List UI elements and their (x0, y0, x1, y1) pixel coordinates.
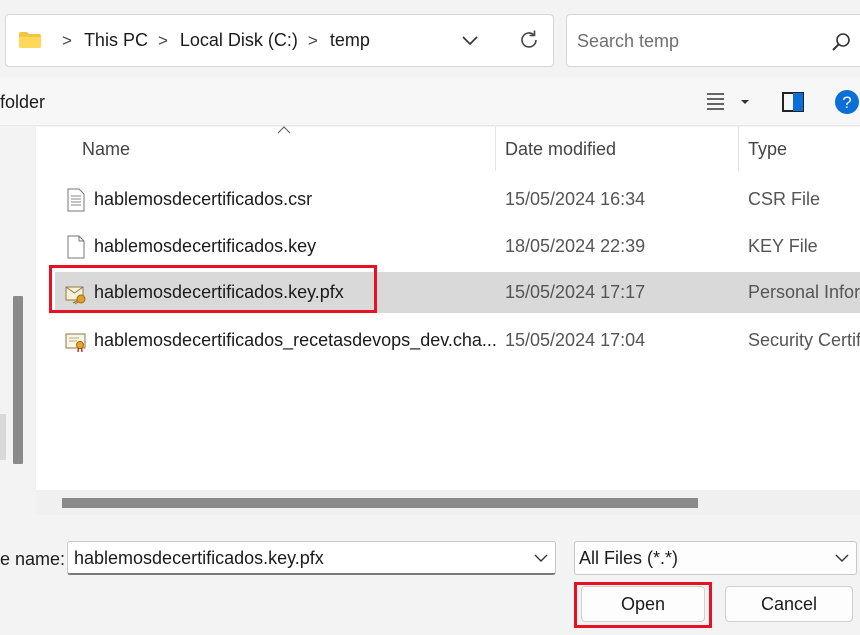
chevron-right-icon: > (157, 30, 168, 50)
address-bar[interactable]: > This PC > Local Disk (C:) > temp (5, 14, 554, 67)
new-folder-button[interactable]: folder (0, 92, 45, 113)
file-type: Security Certifi (748, 330, 860, 350)
top-bar: > This PC > Local Disk (C:) > temp (0, 0, 860, 78)
file-row-pfx[interactable]: hablemosdecertificados.key.pfx 15/05/202… (55, 272, 860, 313)
bottom-bar: e name: hablemosdecertificados.key.pfx A… (0, 515, 860, 635)
navigation-selection-indicator (0, 414, 6, 460)
file-row-key[interactable]: hablemosdecertificados.key 18/05/2024 22… (55, 226, 860, 267)
view-options-icon[interactable] (704, 91, 752, 113)
search-box[interactable] (566, 14, 860, 67)
file-date: 18/05/2024 22:39 (505, 236, 646, 256)
text-file-icon (67, 188, 85, 212)
column-header-date-modified[interactable]: Date modified (505, 139, 616, 160)
search-input[interactable] (577, 27, 827, 55)
security-certificate-icon (65, 333, 86, 353)
breadcrumb-local-disk[interactable]: Local Disk (C:) (180, 30, 298, 51)
navigation-scrollbar[interactable] (13, 296, 23, 464)
file-type-select[interactable]: All Files (*.*) (574, 541, 857, 575)
chevron-right-icon: > (307, 30, 318, 50)
chevron-down-icon[interactable] (461, 32, 479, 48)
file-list: Name Date modified Type hablemosdecertif… (36, 126, 860, 515)
column-headers: Name Date modified Type (36, 126, 860, 171)
chevron-down-icon[interactable] (534, 553, 548, 563)
breadcrumb: > This PC > Local Disk (C:) > temp (52, 15, 370, 66)
file-date: 15/05/2024 17:17 (505, 282, 646, 302)
breadcrumb-temp[interactable]: temp (330, 30, 370, 51)
file-type: CSR File (748, 189, 821, 209)
command-bar: folder ? (0, 78, 860, 126)
column-header-name[interactable]: Name (82, 139, 130, 160)
file-name: hablemosdecertificados.key (94, 236, 317, 256)
file-row-certificate[interactable]: hablemosdecertificados_recetasdevops_dev… (55, 320, 860, 361)
cancel-button[interactable]: Cancel (725, 586, 853, 622)
chevron-down-icon[interactable] (835, 553, 849, 563)
file-type: KEY File (748, 236, 818, 256)
file-name: hablemosdecertificados.key.pfx (94, 282, 344, 302)
open-button[interactable]: Open (581, 586, 705, 622)
search-icon[interactable] (830, 31, 852, 53)
file-date: 15/05/2024 17:04 (505, 330, 646, 350)
sort-ascending-icon (277, 126, 291, 134)
horizontal-scrollbar[interactable] (62, 498, 698, 508)
folder-icon (19, 32, 41, 48)
file-name-value: hablemosdecertificados.key.pfx (74, 548, 324, 568)
refresh-icon[interactable] (517, 28, 541, 52)
svg-text:?: ? (842, 93, 851, 112)
breadcrumb-this-pc[interactable]: This PC (84, 30, 148, 51)
chevron-right-icon: > (62, 30, 72, 50)
column-divider[interactable] (738, 127, 739, 171)
column-header-type[interactable]: Type (748, 139, 787, 160)
file-name-field[interactable]: hablemosdecertificados.key.pfx (67, 541, 556, 575)
help-icon[interactable]: ? (834, 89, 860, 115)
file-type: Personal Inforn (748, 282, 860, 302)
file-type-value: All Files (*.*) (579, 548, 679, 568)
pfx-certificate-icon (65, 286, 86, 305)
file-name: hablemosdecertificados.csr (94, 189, 313, 209)
file-row-csr[interactable]: hablemosdecertificados.csr 15/05/2024 16… (55, 179, 860, 220)
file-name-label: e name: (0, 549, 66, 569)
preview-pane-icon[interactable] (780, 90, 806, 114)
blank-file-icon (67, 235, 85, 259)
file-date: 15/05/2024 16:34 (505, 189, 646, 209)
file-name: hablemosdecertificados_recetasdevops_dev… (94, 330, 497, 350)
column-divider[interactable] (495, 127, 496, 171)
